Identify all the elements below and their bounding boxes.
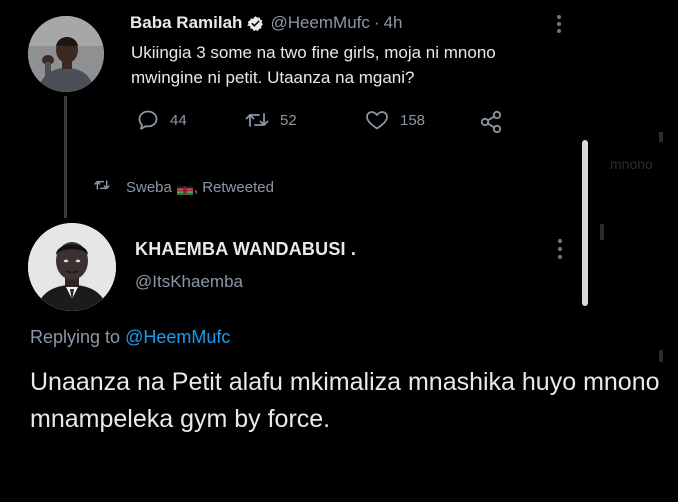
retweeted-label: , Retweeted <box>193 178 274 196</box>
retweet-button[interactable]: 52 <box>244 108 297 132</box>
author-name[interactable]: Baba Ramilah <box>130 13 242 33</box>
background-text: mnono <box>610 156 653 172</box>
tweet1-header: Baba Ramilah @HeemMufc · 4h <box>130 13 402 33</box>
thread-connector-line <box>64 96 67 218</box>
heart-icon <box>364 108 390 132</box>
tweet-time[interactable]: 4h <box>384 13 403 33</box>
replying-to-line: Replying to @HeemMufc <box>30 327 230 348</box>
author-handle[interactable]: @ItsKhaemba <box>135 272 243 292</box>
retweet-count: 52 <box>280 111 297 129</box>
like-count: 158 <box>400 111 426 129</box>
retweeted-by-line[interactable]: Sweba , Retweeted <box>92 177 274 197</box>
share-button[interactable] <box>479 108 505 134</box>
author-name[interactable]: KHAEMBA WANDABUSI . <box>135 239 356 260</box>
verified-badge-icon <box>247 15 264 32</box>
share-icon <box>479 108 505 134</box>
like-button[interactable]: 158 <box>364 108 425 132</box>
retweeter-name: Sweba <box>126 178 172 196</box>
avatar-khaemba[interactable] <box>28 223 116 311</box>
tweet2-text: Unaanza na Petit alafu mkimaliza mnashik… <box>30 368 660 433</box>
kenya-flag-icon <box>176 182 193 195</box>
more-vertical-icon[interactable] <box>551 12 567 36</box>
reply-icon <box>136 108 160 132</box>
replying-to-label: Replying to <box>30 327 121 347</box>
reply-button[interactable]: 44 <box>136 108 187 132</box>
author-handle[interactable]: @HeemMufc <box>270 13 369 33</box>
avatar-baba-ramilah[interactable] <box>28 16 104 92</box>
edge-mark <box>659 350 663 362</box>
separator-dot: · <box>373 13 380 32</box>
retweet-icon <box>244 108 270 132</box>
scrollbar-thumb[interactable] <box>582 140 588 306</box>
tweet-screen: Baba Ramilah @HeemMufc · 4h Ukiingia 3 s… <box>0 0 678 502</box>
tweet1-text: Ukiingia 3 some na two fine girls, moja … <box>131 43 496 87</box>
edge-mark <box>600 224 604 240</box>
more-vertical-icon[interactable] <box>553 236 567 262</box>
retweet-icon <box>92 177 112 197</box>
edge-mark <box>659 132 663 142</box>
replying-to-mention[interactable]: @HeemMufc <box>125 327 230 347</box>
reply-count: 44 <box>170 111 187 129</box>
